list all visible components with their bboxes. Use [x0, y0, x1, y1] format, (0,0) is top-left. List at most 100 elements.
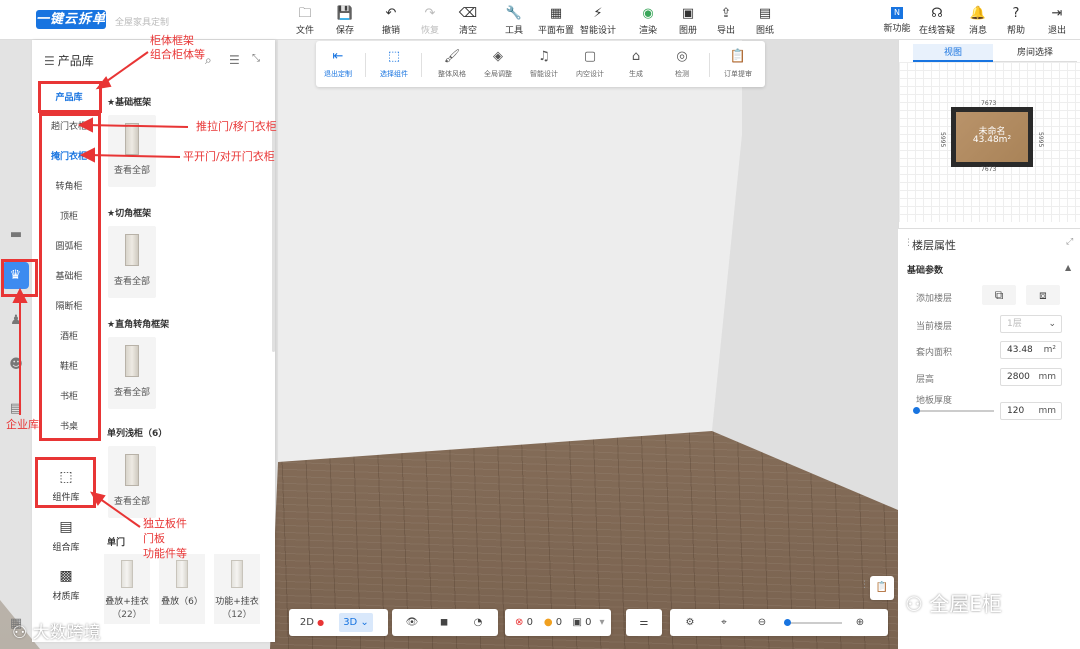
- brand-logo[interactable]: 一键云拆单: [36, 10, 106, 29]
- view-all-card[interactable]: 查看全部: [108, 226, 156, 298]
- expand-icon[interactable]: ⤢: [1066, 237, 1073, 247]
- cabinet-library-icon[interactable]: ▬: [6, 226, 26, 244]
- customize-toolbar: ⇤ 退出定制 ⬚ 选择组件 🖌 整体风格 ◈ 全局调整 ♫ 智能设计 ▢ 内空设计 ⌂ 生成 …: [316, 41, 765, 87]
- undo-button[interactable]: ↶ 撤销: [373, 6, 409, 36]
- layout-button[interactable]: ▦ 平面布置: [538, 6, 574, 36]
- new-feature-icon: N: [891, 7, 903, 19]
- annotation-cabinet-frame: 柜体框架: [150, 34, 194, 47]
- bus-icon[interactable]: ▤: [6, 400, 26, 418]
- view-tabs: 视图 房间选择: [913, 44, 1077, 62]
- annotation-box-enterprise-library: [1, 259, 38, 297]
- collapse-icon[interactable]: ⤡: [252, 53, 260, 64]
- inspect-icon: ◎: [676, 49, 688, 64]
- thickness-slider[interactable]: [913, 407, 994, 414]
- basic-params-label: 基础参数: [907, 266, 944, 276]
- inner-space-button[interactable]: ▢ 内空设计: [568, 49, 612, 79]
- global-adjust-button[interactable]: ◈ 全局调整: [476, 49, 520, 79]
- inspect-button[interactable]: ◎ 检测: [660, 49, 704, 79]
- eraser-icon: ⌫: [458, 6, 478, 21]
- drag-icon: ⋮: [904, 238, 913, 248]
- order-submit-button[interactable]: 📋 订单提审: [716, 49, 760, 79]
- select-component-button[interactable]: ⬚ 选择组件: [372, 49, 416, 79]
- user-icon[interactable]: ☻: [6, 356, 26, 374]
- wechat-icon: ⚇: [905, 592, 930, 616]
- add-floor-above-button[interactable]: ⧉: [982, 285, 1016, 305]
- warning-count[interactable]: ● 0: [538, 613, 568, 632]
- view-all-card[interactable]: 查看全部: [108, 337, 156, 409]
- door-item-card[interactable]: 功能+挂衣 （12）: [214, 554, 260, 624]
- chevron-down-icon[interactable]: ▾: [595, 613, 609, 632]
- tab-view[interactable]: 视图: [913, 44, 993, 62]
- lightning-icon: ⚡: [593, 6, 603, 21]
- view-3d-button[interactable]: 3D ⌄: [339, 613, 373, 632]
- eye-icon[interactable]: 👁: [400, 613, 424, 632]
- select-component-icon: ⬚: [387, 49, 401, 64]
- album-button[interactable]: ▣ 图册: [670, 6, 706, 36]
- drawing-button[interactable]: ▤ 图纸: [747, 6, 783, 36]
- area-input[interactable]: 43.48 m²: [1000, 341, 1062, 359]
- annotation-door-panel: 门板: [143, 532, 165, 545]
- order-submit-icon: 📋: [729, 49, 747, 64]
- dimension-left: 5995: [939, 132, 946, 148]
- cube-icon[interactable]: ◼: [432, 613, 456, 632]
- zoom-slider[interactable]: [784, 619, 842, 626]
- messages-button[interactable]: 🔔 消息: [960, 6, 996, 36]
- clipboard-button[interactable]: 📋: [870, 576, 894, 600]
- thickness-input[interactable]: 120 mm: [1000, 402, 1062, 420]
- exit-button[interactable]: ⇥ 退出: [1039, 6, 1075, 36]
- redo-button[interactable]: ↷ 恢复: [412, 6, 448, 36]
- door-item-card[interactable]: 叠放+挂衣 （22）: [104, 554, 150, 624]
- overall-style-button[interactable]: 🖌 整体风格: [430, 49, 474, 79]
- view-all-card[interactable]: 查看全部: [108, 446, 156, 518]
- camera-toolbar: ⚙ ⌖ ⊖ ⊕: [670, 609, 888, 636]
- brand-subtitle: 全屋家具定制: [115, 18, 170, 28]
- fit-view-icon[interactable]: ⌖: [712, 613, 736, 632]
- toggle-icon[interactable]: ⚌: [632, 613, 656, 632]
- generate-button[interactable]: ⌂ 生成: [614, 49, 658, 79]
- material-library-button[interactable]: ▩ 材质库: [38, 567, 94, 602]
- door-thumbnail: [231, 560, 243, 588]
- smart-design-sub-button[interactable]: ♫ 智能设计: [522, 49, 566, 79]
- save-icon: 💾: [336, 6, 354, 21]
- floor-properties-panel: 楼层属性 ⋮ ⤢ 基础参数 ▲ 添加楼层 ⧉ ⧈ 当前楼层 1层 ⌄ 套内面积 4…: [898, 228, 1080, 649]
- drawing-icon: ▤: [758, 6, 772, 21]
- height-input[interactable]: 2800 mm: [1000, 368, 1062, 386]
- search-icon[interactable]: ⌕: [205, 53, 212, 68]
- style-icon: 🖌: [443, 49, 461, 64]
- zoom-out-icon[interactable]: ⊖: [752, 613, 772, 632]
- zoom-in-icon[interactable]: ⊕: [850, 613, 870, 632]
- tools-button[interactable]: 🔧 工具: [496, 6, 532, 36]
- render-button[interactable]: ◉ 渲染: [630, 6, 666, 36]
- combo-library-button[interactable]: ▤ 组合库: [38, 518, 94, 553]
- door-thumbnail: [121, 560, 133, 588]
- save-button[interactable]: 💾 保存: [327, 6, 363, 36]
- clear-button[interactable]: ⌫ 清空: [450, 6, 486, 36]
- model-icon[interactable]: ♟: [6, 312, 26, 330]
- tab-room-select[interactable]: 房间选择: [995, 44, 1075, 62]
- exit-custom-button[interactable]: ⇤ 退出定制: [316, 49, 360, 79]
- gauge-icon[interactable]: ◔: [466, 613, 490, 632]
- area-label: 套内面积: [916, 348, 953, 358]
- door-item-card[interactable]: 叠放（6）: [159, 554, 205, 624]
- online-qa-button[interactable]: ☊ 在线答疑: [919, 6, 955, 36]
- export-button[interactable]: ⇪ 导出: [708, 6, 744, 36]
- zoom-knob: [784, 619, 791, 626]
- camera-settings-icon[interactable]: ⚙: [678, 613, 702, 632]
- collapse-caret-icon[interactable]: ▲: [1065, 263, 1071, 272]
- new-feature-button[interactable]: N 新功能: [879, 6, 915, 34]
- floor-plan-minimap[interactable]: 7673 未命名 43.48m² 7673 5995 5995: [899, 62, 1080, 222]
- view-2d-button[interactable]: 2D ●: [295, 613, 329, 632]
- status-counters: ⊗ 0 ● 0 ▣ 0 ▾: [505, 609, 611, 636]
- help-button[interactable]: ? 帮助: [998, 6, 1034, 36]
- slider-knob: [913, 407, 920, 414]
- filter-icon[interactable]: ☰: [229, 53, 240, 67]
- add-floor-below-button[interactable]: ⧈: [1026, 285, 1060, 305]
- current-floor-select[interactable]: 1层 ⌄: [1000, 315, 1062, 333]
- room-shape[interactable]: 未命名 43.48m²: [951, 107, 1033, 167]
- smart-design-button[interactable]: ⚡ 智能设计: [580, 6, 616, 36]
- view-all-card[interactable]: 查看全部: [108, 115, 156, 187]
- file-button[interactable]: 🗀 文件: [287, 6, 323, 36]
- info-count[interactable]: ▣ 0: [567, 613, 597, 632]
- error-count[interactable]: ⊗ 0: [509, 613, 539, 632]
- toggle-group: ⚌: [626, 609, 662, 636]
